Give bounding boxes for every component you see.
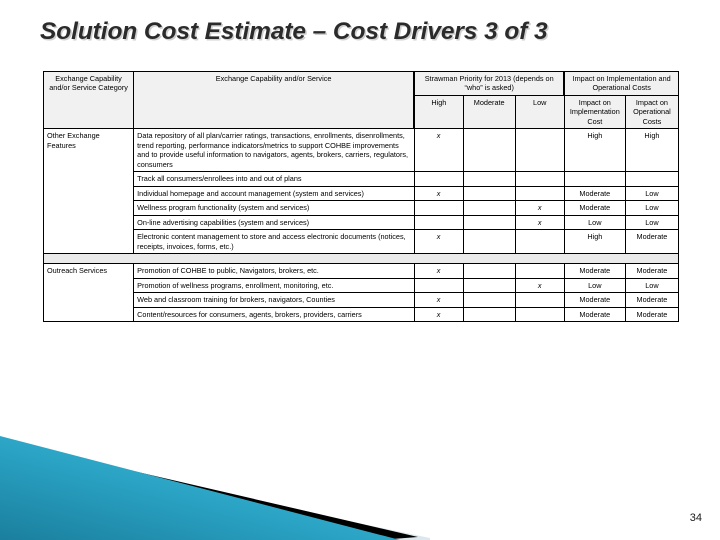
- impact-operational-cell: High: [624, 128, 680, 173]
- decoration-light-band: [0, 448, 430, 540]
- impact-implementation-cell: [563, 171, 626, 187]
- header-row-top: Exchange Capability and/or Service Categ…: [42, 70, 680, 130]
- service-description-cell: Track all consumers/enrollees into and o…: [133, 171, 415, 187]
- impact-operational-cell: Low: [624, 214, 680, 231]
- service-description-cell: Promotion of COHBE to public, Navigators…: [133, 263, 415, 279]
- impact-implementation-cell: Moderate: [563, 200, 626, 216]
- cost-drivers-table: Exchange Capability and/or Service Categ…: [42, 70, 680, 323]
- table-row[interactable]: Content/resources for consumers, agents,…: [44, 306, 680, 323]
- header-impact-group: Impact on Implementation and Operational…: [563, 71, 680, 96]
- impact-operational-cell: Moderate: [624, 229, 680, 255]
- decoration-teal-band: [0, 436, 400, 540]
- priority-low-cell[interactable]: x: [514, 277, 565, 294]
- table-row[interactable]: On-line advertising capabilities (system…: [44, 214, 680, 231]
- priority-high-cell[interactable]: x: [413, 306, 464, 323]
- impact-operational-cell: Moderate: [624, 306, 680, 323]
- priority-moderate-cell[interactable]: [462, 263, 516, 279]
- service-description-cell: On-line advertising capabilities (system…: [133, 214, 415, 231]
- priority-high-cell[interactable]: [413, 171, 464, 187]
- service-description-cell: Electronic content management to store a…: [133, 229, 415, 255]
- priority-low-cell[interactable]: [514, 263, 565, 279]
- impact-implementation-cell: Moderate: [563, 263, 626, 279]
- impact-implementation-cell: Moderate: [563, 306, 626, 323]
- section-separator: [43, 253, 679, 265]
- priority-moderate-cell[interactable]: [462, 185, 516, 202]
- table-body: Other Exchange Features Data repository o…: [42, 128, 680, 323]
- service-description-cell: Web and classroom training for brokers, …: [133, 292, 415, 308]
- priority-high-cell[interactable]: [413, 277, 464, 294]
- priority-low-cell[interactable]: [514, 229, 565, 255]
- impact-operational-cell: Low: [624, 185, 680, 202]
- priority-moderate-cell[interactable]: [462, 306, 516, 323]
- priority-moderate-cell[interactable]: [462, 214, 516, 231]
- service-description-cell: Content/resources for consumers, agents,…: [133, 306, 415, 323]
- impact-implementation-cell: Moderate: [563, 185, 626, 202]
- priority-low-cell[interactable]: x: [514, 214, 565, 231]
- service-description-cell: Individual homepage and account manageme…: [133, 185, 415, 202]
- impact-implementation-cell: Moderate: [563, 292, 626, 308]
- priority-moderate-cell[interactable]: [462, 277, 516, 294]
- table-row[interactable]: Promotion of wellness programs, enrollme…: [44, 277, 680, 294]
- table-row[interactable]: Other Exchange Features Data repository o…: [42, 128, 680, 255]
- priority-low-cell[interactable]: x: [514, 200, 565, 216]
- impact-implementation-cell: High: [563, 128, 626, 173]
- header-service: Exchange Capability and/or Service: [133, 70, 416, 130]
- impact-implementation-cell: Low: [563, 277, 626, 294]
- priority-high-cell[interactable]: x: [413, 292, 464, 308]
- priority-moderate-cell[interactable]: [462, 229, 516, 255]
- priority-low-cell[interactable]: [514, 306, 565, 323]
- priority-moderate-cell[interactable]: [462, 171, 516, 187]
- table-row[interactable]: Web and classroom training for brokers, …: [44, 292, 680, 308]
- header-priority-group: Strawman Priority for 2013 (depends on “…: [413, 71, 565, 96]
- table-row[interactable]: Track all consumers/enrollees into and o…: [44, 171, 680, 187]
- priority-low-cell[interactable]: [514, 171, 565, 187]
- header-category: Exchange Capability and/or Service Categ…: [42, 70, 135, 130]
- service-description-cell: Data repository of all plan/carrier rati…: [133, 128, 415, 173]
- impact-implementation-cell: Low: [563, 214, 626, 231]
- priority-low-cell[interactable]: [514, 128, 565, 173]
- header-high: High: [413, 94, 464, 130]
- decoration-dark-band: [0, 440, 418, 540]
- priority-high-cell[interactable]: x: [413, 263, 464, 279]
- service-description-cell: Wellness program functionality (system a…: [133, 200, 415, 216]
- category-cell: Outreach Services: [42, 263, 135, 323]
- page-title: Solution Cost Estimate – Cost Drivers 3 …: [40, 18, 548, 45]
- priority-moderate-cell[interactable]: [462, 200, 516, 216]
- priority-high-cell[interactable]: [413, 214, 464, 231]
- priority-high-cell[interactable]: [413, 200, 464, 216]
- table-row[interactable]: Individual homepage and account manageme…: [44, 185, 680, 202]
- page-number: 34: [689, 512, 702, 524]
- header-moderate: Moderate: [462, 94, 516, 130]
- impact-implementation-cell: High: [563, 229, 626, 255]
- impact-operational-cell: Low: [624, 200, 680, 216]
- impact-operational-cell: Moderate: [624, 292, 680, 308]
- section-separator-row: [43, 253, 679, 265]
- service-description-cell: Promotion of wellness programs, enrollme…: [133, 277, 415, 294]
- priority-high-cell[interactable]: x: [413, 128, 464, 173]
- priority-high-cell[interactable]: x: [413, 229, 464, 255]
- impact-operational-cell: [624, 171, 680, 187]
- impact-operational-cell: Moderate: [624, 263, 680, 279]
- priority-moderate-cell[interactable]: [462, 128, 516, 173]
- priority-low-cell[interactable]: [514, 292, 565, 308]
- table-row[interactable]: Electronic content management to store a…: [44, 229, 680, 255]
- table-header: Exchange Capability and/or Service Categ…: [42, 70, 680, 130]
- header-impact-operational: Impact on Operational Costs: [624, 94, 680, 130]
- category-cell: Other Exchange Features: [42, 128, 135, 255]
- header-impact-implementation: Impact on Implementation Cost: [563, 94, 626, 130]
- impact-operational-cell: Low: [624, 277, 680, 294]
- priority-low-cell[interactable]: [514, 185, 565, 202]
- bottom-decoration: [0, 436, 430, 540]
- priority-high-cell[interactable]: x: [413, 185, 464, 202]
- table-row[interactable]: Wellness program functionality (system a…: [44, 200, 680, 216]
- priority-moderate-cell[interactable]: [462, 292, 516, 308]
- header-low: Low: [514, 94, 565, 130]
- table-row[interactable]: Outreach Services Promotion of COHBE to p…: [42, 263, 680, 323]
